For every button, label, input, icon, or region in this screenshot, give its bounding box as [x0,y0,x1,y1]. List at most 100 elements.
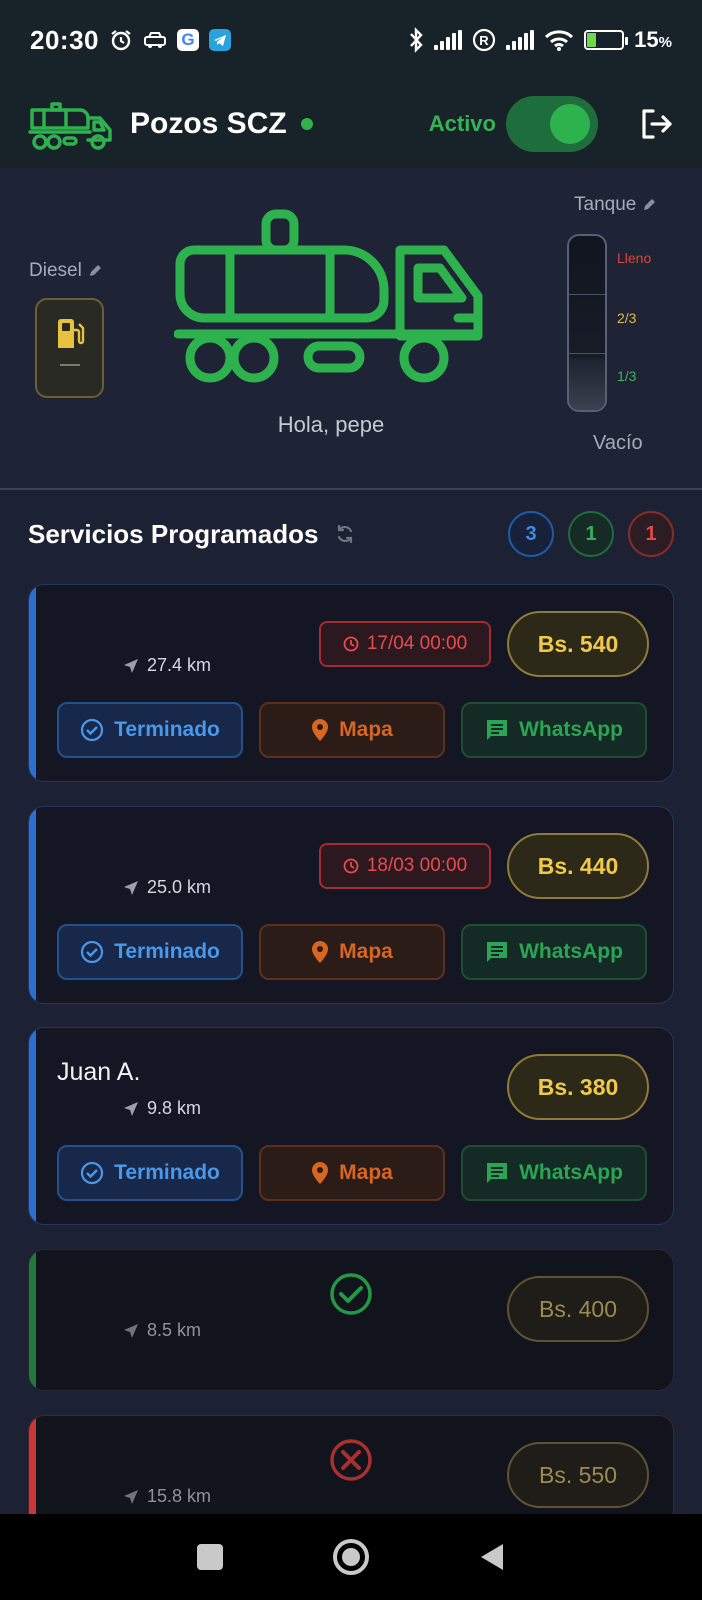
whatsapp-button[interactable]: WhatsApp [461,702,647,758]
completed-count-badge[interactable]: 1 [568,511,614,557]
navigation-arrow-icon [124,1489,138,1504]
signal-icon [506,30,535,50]
mark-done-label: Terminado [114,940,220,963]
whatsapp-label: WhatsApp [519,940,623,963]
tank-header[interactable]: Tanque [574,194,656,216]
battery-icon [584,30,629,50]
status-time: 20:30 [30,24,99,55]
distance-value: 25.0 km [147,877,212,897]
map-label: Mapa [339,1161,393,1184]
price-badge: Bs. 550 [507,1442,649,1508]
gauge-divider [569,353,605,354]
map-pin-icon [312,941,329,963]
price-badge: Bs. 440 [507,833,649,899]
map-button[interactable]: Mapa [259,1145,445,1201]
whatsapp-button[interactable]: WhatsApp [461,924,647,980]
diesel-header[interactable]: Diesel [29,260,102,282]
toggle-knob [550,104,590,144]
online-status-dot [300,118,313,130]
tank-level-gauge [567,234,607,412]
mark-done-label: Terminado [114,718,220,741]
price-badge: Bs. 380 [507,1054,649,1120]
alarm-icon [111,30,131,51]
card-status-bar [29,1028,36,1224]
services-title: Servicios Programados [28,518,319,549]
active-toggle[interactable] [506,96,598,152]
chat-icon [487,1163,508,1183]
status-counters: 3 1 1 [508,511,674,557]
recents-icon[interactable] [197,1544,223,1570]
whatsapp-button[interactable]: WhatsApp [461,1145,647,1201]
service-card-completed[interactable]: 8.5 km Bs. 400 [28,1249,674,1391]
mark-done-button[interactable]: Terminado [57,702,243,758]
map-label: Mapa [339,718,393,741]
active-label: Activo [428,111,496,136]
home-icon[interactable] [333,1539,369,1575]
cancel-circle-icon [330,1439,372,1481]
map-button[interactable]: Mapa [259,924,445,980]
service-card[interactable]: 25.0 km 18/03 00:00 Bs. 440 Terminado Ma… [28,806,674,1004]
tanker-truck-logo-icon [28,102,112,150]
gauge-divider [569,294,605,295]
scheduled-date: 17/04 00:00 [366,633,468,654]
map-button[interactable]: Mapa [259,702,445,758]
mark-done-button[interactable]: Terminado [57,924,243,980]
distance: 8.5 km [123,1320,201,1341]
service-card[interactable]: 27.4 km 17/04 00:00 Bs. 540 Terminado Ma… [28,584,674,782]
distance: 27.4 km [123,655,211,676]
system-icons: R 15% [408,27,672,53]
distance-value: 8.5 km [147,1320,202,1340]
card-status-bar [29,585,36,781]
logout-icon[interactable] [638,106,674,142]
clock-icon [343,858,359,874]
check-circle-icon [80,1161,104,1185]
tank-level-two-thirds: 2/3 [617,310,637,326]
chat-icon [487,720,508,740]
fuel-pump-icon [57,319,84,348]
edit-pencil-icon[interactable] [642,198,656,212]
notification-icons: G [109,28,231,52]
tank-level-full: Lleno [617,250,652,266]
refresh-icon[interactable] [334,523,356,545]
back-icon[interactable] [479,1542,505,1572]
price-badge: Bs. 540 [507,611,649,677]
chat-icon [487,942,508,962]
tank-level-one-third: 1/3 [617,368,637,384]
card-status-bar [29,807,36,1003]
scheduled-date-badge: 17/04 00:00 [319,621,491,667]
truck-status-panel: Diesel — [0,168,702,490]
greeting-text: Hola, pepe [277,412,385,437]
edit-pencil-icon[interactable] [88,264,102,278]
signal-icon [434,30,463,50]
diesel-gauge: — [35,298,104,398]
bluetooth-icon [410,27,423,53]
distance-value: 15.8 km [147,1486,212,1506]
tanker-truck-illustration-icon [174,209,483,383]
distance: 25.0 km [123,877,211,898]
google-icon: G [177,29,199,51]
navigation-arrow-icon [124,658,138,673]
scheduled-date: 18/03 00:00 [366,855,468,876]
pending-count-badge[interactable]: 3 [508,511,554,557]
cancelled-count-badge[interactable]: 1 [628,511,674,557]
map-pin-icon [312,719,329,741]
scheduled-date-badge: 18/03 00:00 [319,843,491,889]
navigation-arrow-icon [124,1323,138,1338]
whatsapp-label: WhatsApp [519,1161,623,1184]
wifi-icon [545,30,574,51]
battery-percent: 15% [634,27,672,52]
whatsapp-label: WhatsApp [519,718,623,741]
navigation-arrow-icon [124,1101,138,1116]
mark-done-button[interactable]: Terminado [57,1145,243,1201]
roaming-icon: R [473,28,496,52]
check-circle-icon [80,718,104,742]
app-bar: Pozos SCZ Activo [0,80,702,168]
distance-value: 27.4 km [147,655,212,675]
price-badge: Bs. 400 [507,1276,649,1342]
app-title: Pozos SCZ [130,107,287,140]
service-card[interactable]: Juan A. 9.8 km Bs. 380 Terminado Mapa Wh… [28,1027,674,1225]
tank-fill [569,357,605,410]
screen: 20:30 G R 15% Pozos SCZ Activo Diesel Ho… [0,0,702,1600]
car-icon [144,32,166,48]
telegram-icon [209,29,231,51]
